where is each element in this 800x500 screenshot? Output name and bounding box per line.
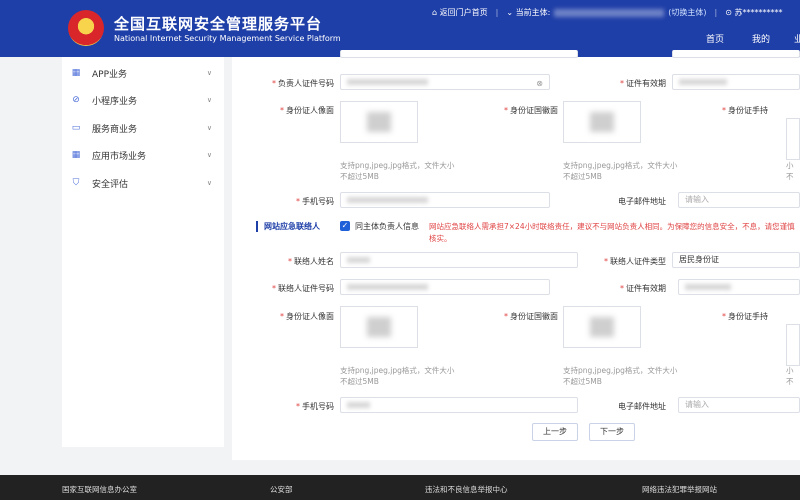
sidebar-item-service-provider[interactable]: ▭ 服务商业务 ∨ <box>62 117 224 139</box>
prev-step-button[interactable]: 上一步 <box>532 423 578 441</box>
home-icon: ⌂ <box>432 8 440 17</box>
top-utility-bar: ⌂ 返回门户首页 | ⌄ 当前主体: (切换主体) | ⊙ 苏*********… <box>432 7 782 18</box>
top-header: ★ 全国互联网安全管理服务平台 National Internet Securi… <box>0 0 800 57</box>
platform-title: 全国互联网安全管理服务平台 <box>114 15 323 33</box>
principal-id-portrait-upload[interactable] <box>340 101 418 143</box>
upload-format-hint: 支持png,jpeg,jpg格式，文件大小不超过5MB <box>340 161 455 181</box>
principal-id-number-label: * 负责人证件号码 <box>272 79 334 88</box>
same-as-principal-checkbox[interactable]: ✓ <box>340 221 350 231</box>
back-portal-link[interactable]: 返回门户首页 <box>440 7 488 18</box>
emergency-name-label: * 联络人姓名 <box>288 257 334 266</box>
monitor-icon: ▭ <box>71 123 81 133</box>
emergency-id-number-input[interactable] <box>340 279 550 295</box>
principal-id-handheld-upload[interactable] <box>786 118 800 160</box>
sidebar-item-security-assessment[interactable]: ⛉ 安全评估 ∨ <box>62 172 224 194</box>
user-name[interactable]: 苏********** <box>734 7 782 18</box>
emergency-id-type-label: * 联络人证件类型 <box>604 257 666 266</box>
shield-icon: ⛉ <box>72 178 80 188</box>
nav-business[interactable]: 业 <box>794 32 800 45</box>
footer: 国家互联网信息办公室 公安部 违法和不良信息举报中心 网络违法犯罪举报网站 <box>0 475 800 500</box>
grid-icon: ▦ <box>71 68 81 78</box>
national-emblem-logo: ★ <box>68 10 104 46</box>
chevron-down-icon: ⌄ <box>506 8 516 17</box>
same-as-principal-label[interactable]: 同主体负责人信息 <box>355 221 419 232</box>
image-thumbnail <box>590 112 614 132</box>
emergency-name-input[interactable] <box>340 252 578 268</box>
emergency-email-input[interactable]: 请输入 <box>678 397 800 413</box>
sidebar-item-label: 服务商业务 <box>92 124 138 135</box>
principal-email-input[interactable]: 请输入 <box>678 192 800 208</box>
subject-label: 当前主体: <box>515 8 551 17</box>
emergency-email-label: 电子邮件地址 <box>618 402 666 411</box>
principal-id-emblem-label: * 身份证国徽面 <box>504 106 558 115</box>
sidebar-item-app[interactable]: ▦ APP业务 ∨ <box>62 62 224 84</box>
principal-id-portrait-label: * 身份证人像面 <box>280 106 334 115</box>
emergency-id-validity-input[interactable] <box>678 279 800 295</box>
next-step-button[interactable]: 下一步 <box>589 423 635 441</box>
footer-link-report-center[interactable]: 违法和不良信息举报中心 <box>425 484 508 495</box>
sidebar-item-miniprogram[interactable]: ⊘ 小程序业务 ∨ <box>62 89 224 111</box>
chevron-down-icon: ∨ <box>206 96 212 104</box>
principal-id-validity-label: * 证件有效期 <box>620 79 666 88</box>
emergency-id-portrait-label: * 身份证人像面 <box>280 312 334 321</box>
emergency-contact-warning: 网站应急联络人需承担7×24小时联络责任，建议不与网站负责人相同。为保障您的信息… <box>429 222 795 243</box>
image-thumbnail <box>590 317 614 337</box>
emergency-id-validity-label: * 证件有效期 <box>620 284 666 293</box>
clear-icon[interactable]: ⊗ <box>536 77 543 89</box>
nav-home[interactable]: 首页 <box>706 32 724 45</box>
platform-subtitle: National Internet Security Management Se… <box>114 34 341 43</box>
chevron-down-icon: ∨ <box>206 124 212 132</box>
principal-phone-label: * 手机号码 <box>296 197 334 206</box>
sidebar-item-label: 小程序业务 <box>92 96 138 107</box>
principal-email-label: 电子邮件地址 <box>618 197 666 206</box>
emergency-id-handheld-label: * 身份证手持 <box>722 312 768 321</box>
scrolled-field[interactable] <box>672 50 800 58</box>
sidebar-item-app-market[interactable]: ▦ 应用市场业务 ∨ <box>62 144 224 166</box>
sidebar-item-label: 应用市场业务 <box>92 151 147 162</box>
nav-mine[interactable]: 我的 <box>752 32 770 45</box>
emergency-id-type-select[interactable]: 居民身份证 <box>672 252 800 268</box>
upload-format-hint: 小不 <box>786 366 794 386</box>
compass-icon: ⊘ <box>72 95 80 105</box>
sidebar: ▦ APP业务 ∨ ⊘ 小程序业务 ∨ ▭ 服务商业务 ∨ ▦ 应用市场业务 ∨… <box>62 57 224 447</box>
emergency-phone-label: * 手机号码 <box>296 402 334 411</box>
divider: | <box>495 8 499 17</box>
image-thumbnail <box>367 317 391 337</box>
scrolled-field[interactable] <box>340 50 578 58</box>
emergency-id-number-label: * 联络人证件号码 <box>272 284 334 293</box>
sidebar-item-label: APP业务 <box>92 69 128 80</box>
footer-link-cybercrime-report[interactable]: 网络违法犯罪举报网站 <box>642 484 717 495</box>
upload-format-hint: 支持png,jpeg,jpg格式，文件大小不超过5MB <box>563 161 678 181</box>
emergency-phone-input[interactable] <box>340 397 578 413</box>
upload-format-hint: 小不 <box>786 161 794 181</box>
user-icon: ⊙ <box>725 8 735 17</box>
chevron-down-icon: ∨ <box>206 151 212 159</box>
principal-id-emblem-upload[interactable] <box>563 101 641 143</box>
subject-name-redacted <box>554 8 665 17</box>
emergency-id-handheld-upload[interactable] <box>786 324 800 366</box>
emergency-contact-section-title: 网站应急联络人 <box>256 221 320 232</box>
principal-phone-input[interactable] <box>340 192 550 208</box>
chevron-down-icon: ∨ <box>206 179 212 187</box>
principal-id-handheld-label: * 身份证手持 <box>722 106 768 115</box>
upload-format-hint: 支持png,jpeg,jpg格式，文件大小不超过5MB <box>563 366 678 386</box>
footer-link-cac[interactable]: 国家互联网信息办公室 <box>62 484 137 495</box>
principal-id-number-input[interactable]: ⊗ <box>340 74 550 90</box>
grid-icon: ▦ <box>71 150 81 160</box>
divider: | <box>714 8 718 17</box>
emergency-id-emblem-upload[interactable] <box>563 306 641 348</box>
principal-id-validity-input[interactable] <box>672 74 800 90</box>
switch-subject-link[interactable]: (切换主体) <box>668 7 706 18</box>
chevron-down-icon: ∨ <box>206 69 212 77</box>
upload-format-hint: 支持png,jpeg,jpg格式，文件大小不超过5MB <box>340 366 455 386</box>
emergency-id-emblem-label: * 身份证国徽面 <box>504 312 558 321</box>
footer-link-mps[interactable]: 公安部 <box>270 484 293 495</box>
emergency-id-portrait-upload[interactable] <box>340 306 418 348</box>
sidebar-item-label: 安全评估 <box>92 179 129 190</box>
image-thumbnail <box>367 112 391 132</box>
